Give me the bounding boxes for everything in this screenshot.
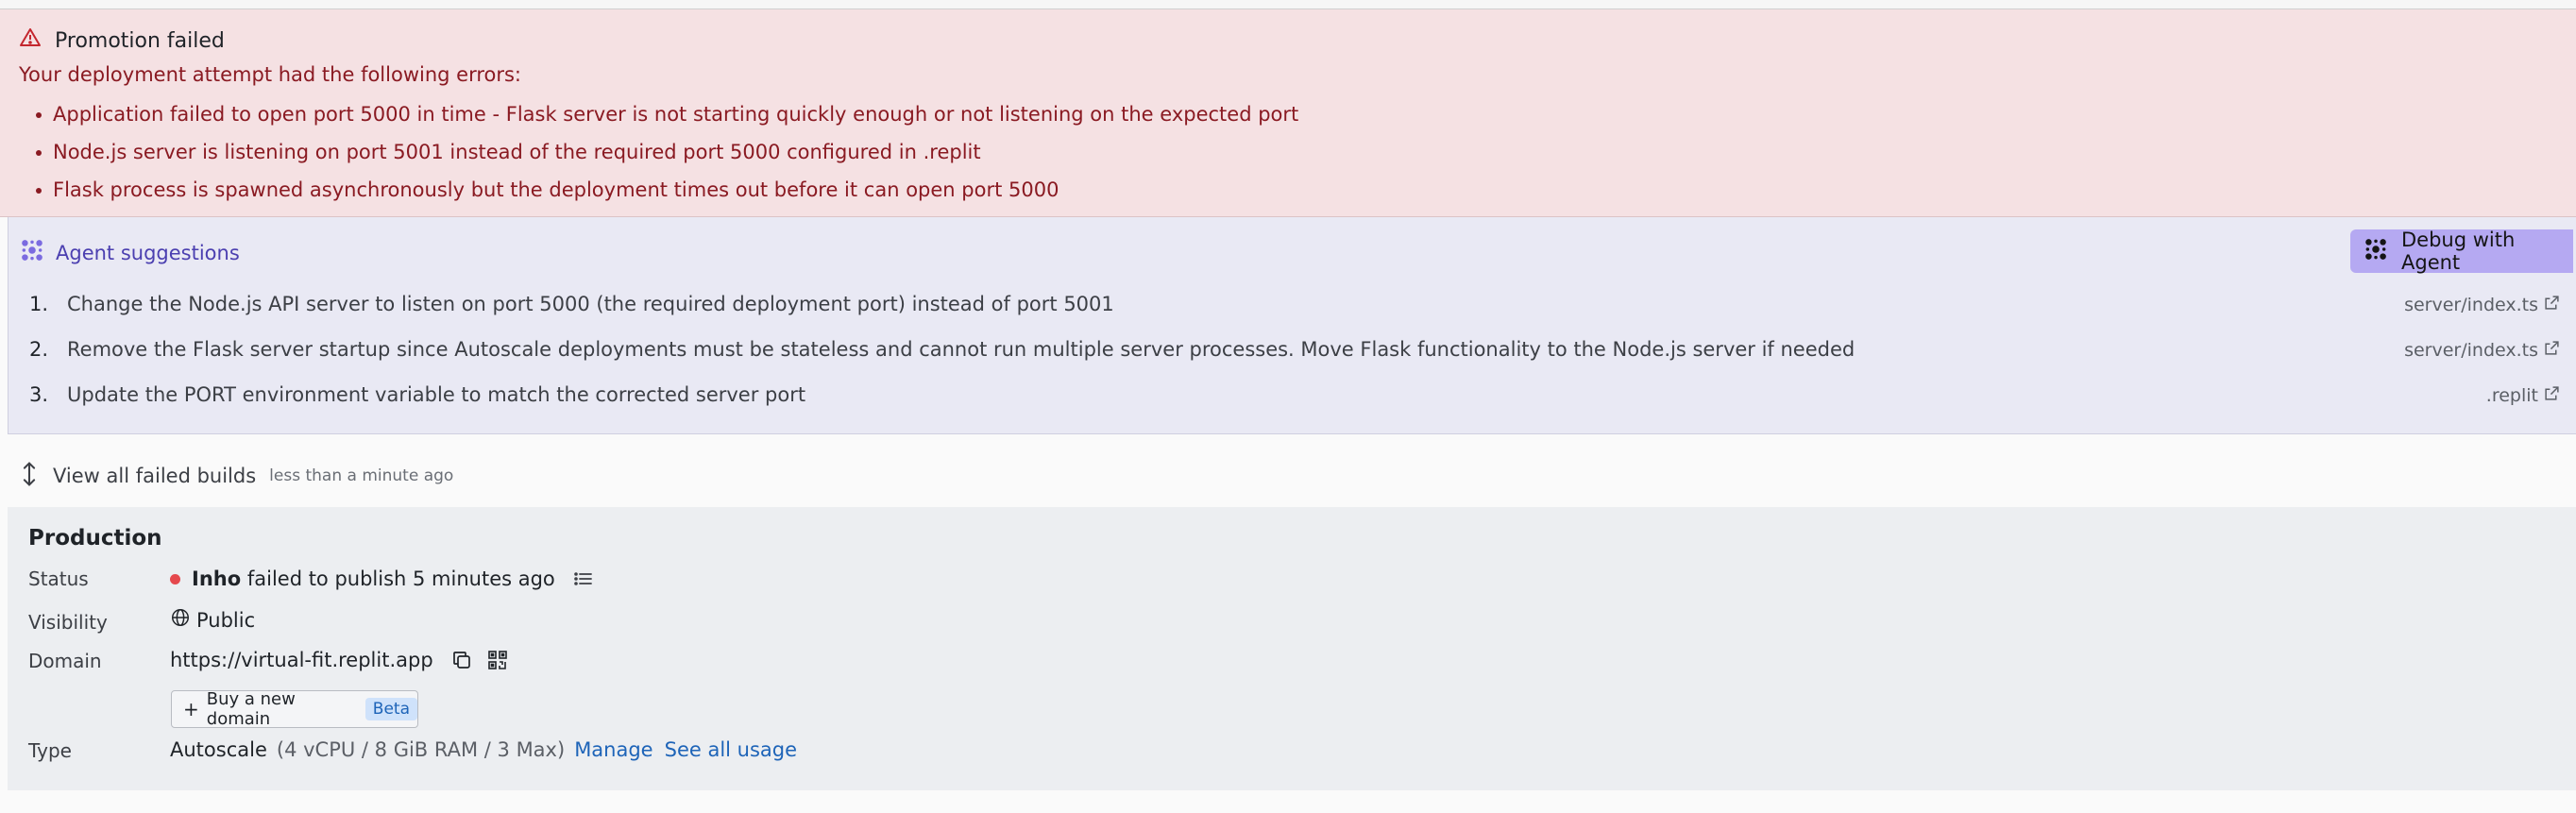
error-list: Application failed to open port 5000 in … (19, 100, 1298, 213)
suggestion-text: Change the Node.js API server to listen … (67, 293, 1114, 315)
domain-label: Domain (28, 650, 102, 672)
suggestion-item: 2. Remove the Flask server startup since… (29, 338, 1855, 361)
plus-icon: + (183, 698, 199, 720)
agent-icon (20, 238, 44, 267)
visibility-label: Visibility (28, 611, 108, 634)
view-failed-builds-label: View all failed builds (53, 465, 257, 487)
visibility-value: Public (170, 607, 255, 633)
external-link-icon (2544, 385, 2560, 406)
production-card: Production Status Inho failed to publish… (8, 507, 2576, 790)
error-title: Promotion failed (19, 26, 225, 55)
debug-with-agent-label: Debug with Agent (2401, 229, 2516, 274)
error-intro: Your deployment attempt had the followin… (19, 63, 522, 86)
suggestion-text: Remove the Flask server startup since Au… (67, 338, 1856, 361)
external-link-icon (2544, 340, 2560, 361)
status-user: Inho (192, 567, 242, 590)
suggestion-text: Update the PORT environment variable to … (67, 383, 806, 406)
suggestion-item: 1. Change the Node.js API server to list… (29, 293, 1114, 315)
promotion-error-panel: Promotion failed Your deployment attempt… (0, 9, 2576, 217)
status-label: Status (28, 567, 89, 590)
suggestion-item: 3. Update the PORT environment variable … (29, 383, 805, 406)
domain-value: https://virtual-fit.replit.app (170, 649, 509, 671)
suggestion-number: 2. (29, 338, 49, 361)
view-failed-builds[interactable]: View all failed builds less than a minut… (19, 461, 453, 491)
buy-domain-label: Buy a new domain (206, 689, 296, 729)
status-value: Inho failed to publish 5 minutes ago (170, 567, 595, 590)
type-value: Autoscale (4 vCPU / 8 GiB RAM / 3 Max) M… (170, 738, 797, 761)
see-all-usage-link[interactable]: See all usage (665, 738, 797, 761)
suggestion-file-name: server/index.ts (2404, 340, 2538, 361)
agent-suggestions-panel: Agent suggestions Debug with Agent 1. Ch… (8, 217, 2576, 434)
failed-builds-time: less than a minute ago (269, 466, 454, 485)
logs-list-icon[interactable] (572, 567, 595, 590)
error-item: Application failed to open port 5000 in … (19, 100, 1298, 138)
production-title: Production (28, 526, 162, 550)
qr-code-icon[interactable] (486, 649, 509, 671)
type-name: Autoscale (170, 738, 267, 761)
suggestion-file-name: server/index.ts (2404, 295, 2538, 315)
status-dot (170, 573, 180, 584)
agent-suggestions-label: Agent suggestions (56, 241, 240, 264)
type-label: Type (28, 739, 72, 762)
warning-icon (19, 26, 42, 55)
domain-url[interactable]: https://virtual-fit.replit.app (170, 649, 433, 671)
globe-icon (170, 607, 191, 633)
agent-icon (2364, 237, 2388, 266)
error-title-text: Promotion failed (55, 28, 225, 53)
manage-link[interactable]: Manage (574, 738, 652, 761)
type-detail: (4 vCPU / 8 GiB RAM / 3 Max) (276, 738, 566, 761)
buy-domain-button[interactable]: + Buy a new domain Beta (171, 689, 418, 729)
expand-vertical-icon (19, 461, 40, 491)
suggestion-file-link[interactable]: server/index.ts (2404, 295, 2560, 315)
top-divider (0, 0, 2576, 9)
suggestion-file-link[interactable]: .replit (2486, 385, 2560, 406)
error-item: Flask process is spawned asynchronously … (19, 176, 1298, 213)
error-item: Node.js server is listening on port 5001… (19, 138, 1298, 176)
external-link-icon (2544, 295, 2560, 315)
beta-badge: Beta (364, 698, 417, 720)
visibility-text: Public (196, 608, 256, 632)
suggestion-file-name: .replit (2485, 385, 2538, 406)
debug-with-agent-button[interactable]: Debug with Agent (2350, 229, 2573, 274)
copy-icon[interactable] (450, 649, 473, 671)
suggestion-file-link[interactable]: server/index.ts (2404, 340, 2560, 361)
suggestion-number: 1. (29, 293, 49, 315)
agent-suggestions-title: Agent suggestions (20, 238, 240, 267)
suggestion-number: 3. (29, 383, 49, 406)
status-text: failed to publish 5 minutes ago (246, 567, 555, 590)
